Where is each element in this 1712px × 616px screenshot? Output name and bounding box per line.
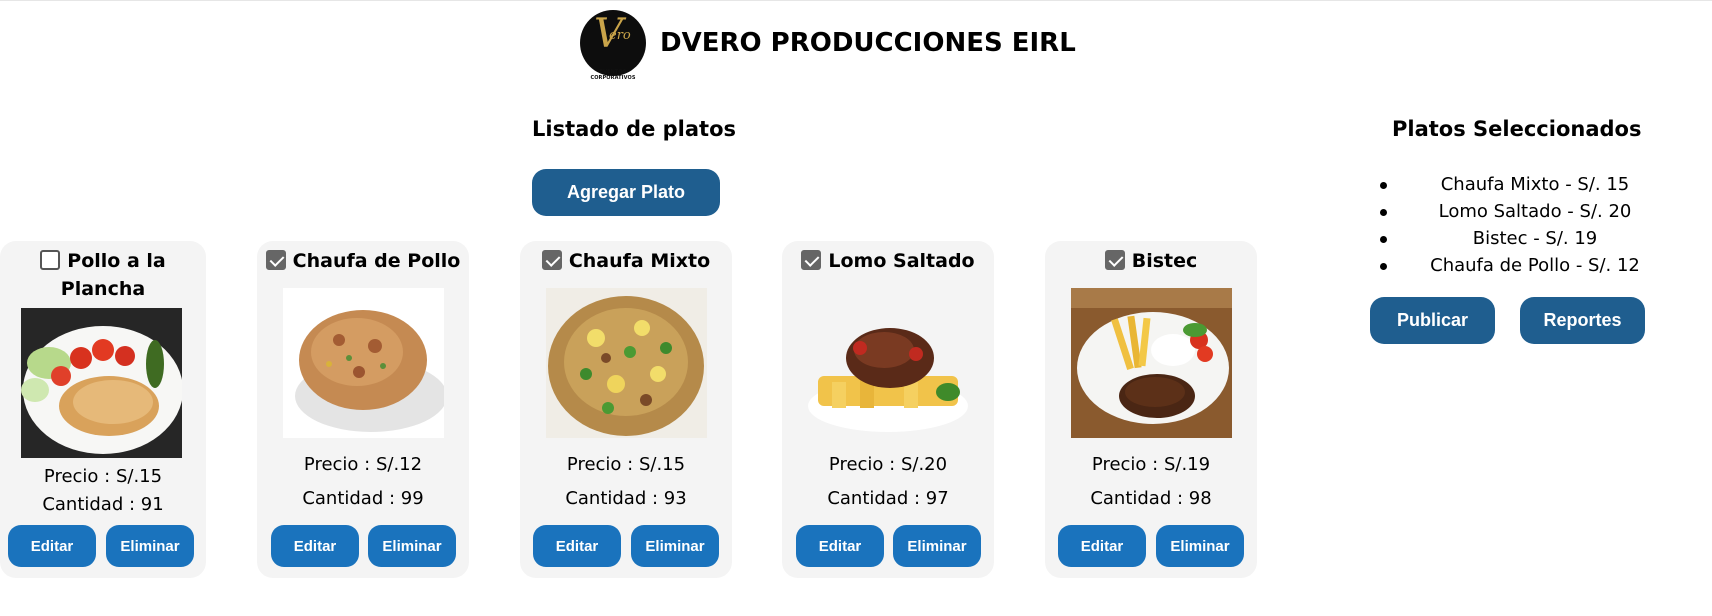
dish-checkbox[interactable] xyxy=(1104,250,1125,270)
edit-button[interactable]: Editar xyxy=(796,525,884,567)
dish-price: Precio : S/.15 xyxy=(43,466,163,487)
dish-title: Bistec xyxy=(1045,247,1257,275)
delete-button[interactable]: Eliminar xyxy=(368,525,456,567)
dish-checkbox[interactable] xyxy=(541,250,562,270)
dish-title: Chaufa Mixto xyxy=(520,247,732,275)
delete-button[interactable]: Eliminar xyxy=(106,525,194,567)
company-logo: V ero xyxy=(580,10,646,76)
add-dish-button[interactable]: Agregar Plato xyxy=(532,169,720,216)
dish-price: Precio : S/.12 xyxy=(303,454,423,475)
dish-photo xyxy=(283,288,444,438)
dish-price: Precio : S/.20 xyxy=(828,454,948,475)
dish-photo xyxy=(808,288,969,438)
logo-word: ero xyxy=(609,28,631,43)
dish-title: Lomo Saltado xyxy=(782,247,994,275)
dish-photo xyxy=(546,288,707,438)
reports-button[interactable]: Reportes xyxy=(1520,297,1645,344)
dish-price: Precio : S/.19 xyxy=(1091,454,1211,475)
delete-button[interactable]: Eliminar xyxy=(631,525,719,567)
dish-quantity: Cantidad : 93 xyxy=(565,488,687,509)
selected-dish-item: Chaufa Mixto - S/. 15 xyxy=(1360,171,1680,198)
dish-card: Bistec Precio : S/.19 Cantidad : 98 Edit… xyxy=(1045,241,1257,578)
dish-card: Chaufa de Pollo Precio : S/.12 Cantidad … xyxy=(257,241,469,578)
selected-dishes-list: Chaufa Mixto - S/. 15 Lomo Saltado - S/.… xyxy=(1360,171,1680,279)
delete-button[interactable]: Eliminar xyxy=(893,525,981,567)
dish-checkbox[interactable] xyxy=(40,250,61,270)
dish-photo xyxy=(21,308,182,458)
header: V ero DVERO PRODUCCIONES EIRL xyxy=(580,5,1076,81)
company-name: DVERO PRODUCCIONES EIRL xyxy=(660,28,1076,58)
dish-name: Lomo Saltado xyxy=(828,250,975,272)
dish-name: Chaufa Mixto xyxy=(568,250,711,272)
selected-dish-item: Chaufa de Pollo - S/. 12 xyxy=(1360,252,1680,279)
dish-checkbox[interactable] xyxy=(265,250,286,270)
dish-quantity: Cantidad : 91 xyxy=(42,494,164,515)
dish-card: Lomo Saltado Precio : S/.20 Cantidad : 9… xyxy=(782,241,994,578)
dish-checkbox[interactable] xyxy=(801,250,822,270)
edit-button[interactable]: Editar xyxy=(271,525,359,567)
dish-quantity: Cantidad : 98 xyxy=(1090,488,1212,509)
delete-button[interactable]: Eliminar xyxy=(1156,525,1244,567)
dish-list-title: Listado de platos xyxy=(532,117,737,141)
edit-button[interactable]: Editar xyxy=(8,525,96,567)
dish-name: Bistec xyxy=(1131,250,1198,272)
selected-dish-item: Lomo Saltado - S/. 20 xyxy=(1360,198,1680,225)
edit-button[interactable]: Editar xyxy=(1058,525,1146,567)
dish-card: Chaufa Mixto Precio : S/.15 Cantidad : 9… xyxy=(520,241,732,578)
dish-quantity: Cantidad : 97 xyxy=(827,488,949,509)
logo-caption: EVENTOS CORPORATIVOS xyxy=(590,69,636,81)
edit-button[interactable]: Editar xyxy=(533,525,621,567)
dish-name: Chaufa de Pollo xyxy=(292,250,461,272)
selected-dishes-title: Platos Seleccionados xyxy=(1392,117,1642,141)
selected-dish-item: Bistec - S/. 19 xyxy=(1360,225,1680,252)
dish-title: Pollo a la Plancha xyxy=(0,247,206,303)
dish-title: Chaufa de Pollo xyxy=(257,247,469,275)
publish-button[interactable]: Publicar xyxy=(1370,297,1495,344)
dish-name: Pollo a la Plancha xyxy=(60,250,166,300)
dish-card: Pollo a la Plancha Precio : S/.15 Cantid… xyxy=(0,241,206,578)
dish-photo xyxy=(1071,288,1232,438)
dish-quantity: Cantidad : 99 xyxy=(302,488,424,509)
dish-price: Precio : S/.15 xyxy=(566,454,686,475)
